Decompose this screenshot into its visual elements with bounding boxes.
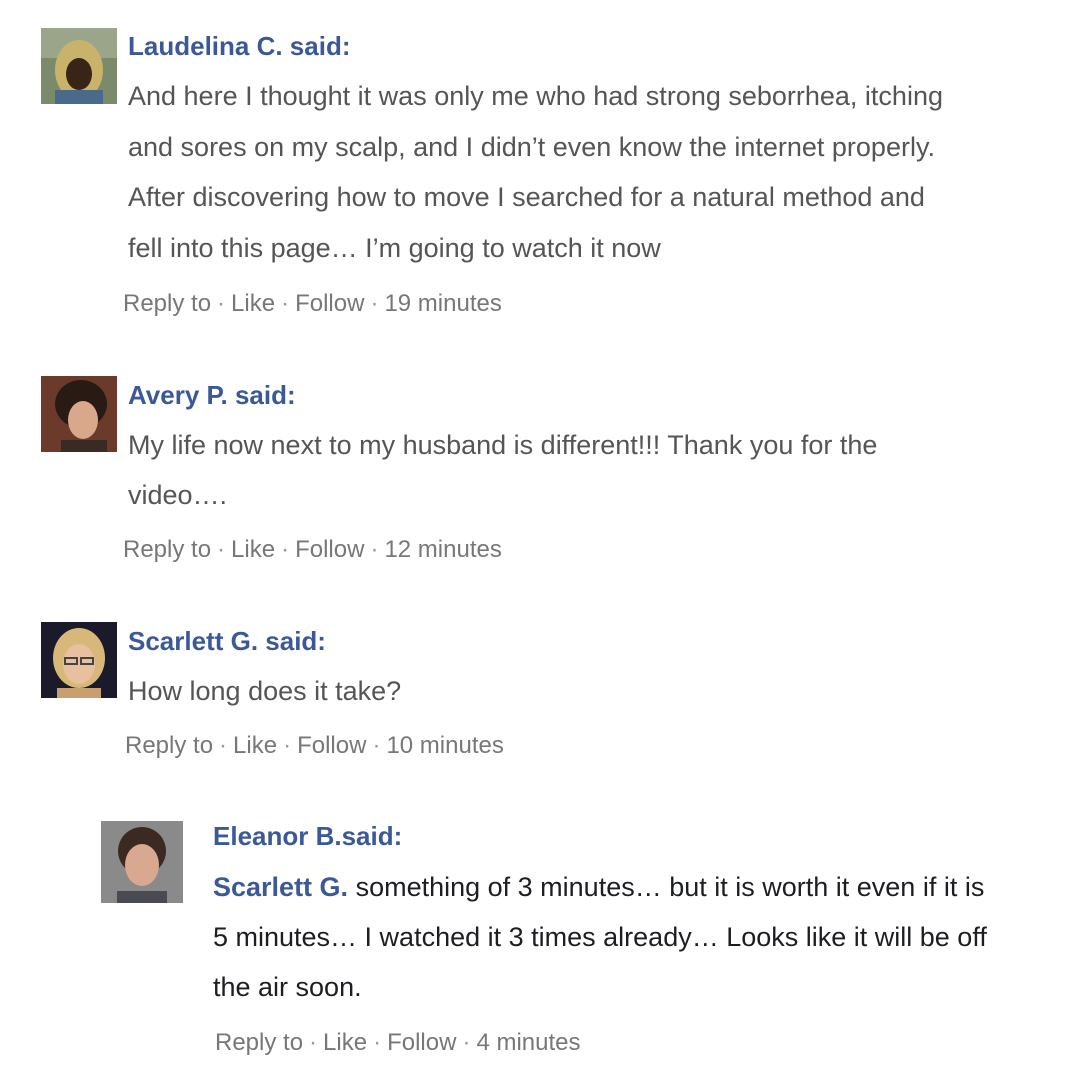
comment-text-line: My life now next to my husband is differ… [128,430,878,460]
comment-text-line: 5 minutes… I watched it 3 times already…… [213,922,987,952]
separator: · [217,536,226,563]
follow-link[interactable]: Follow [295,290,364,317]
like-link[interactable]: Like [323,1029,367,1056]
comment-text-line: video…. [128,480,228,510]
separator: · [370,536,379,563]
comment-text-line: Scarlett G. something of 3 minutes… but … [213,870,984,904]
separator: · [373,1029,382,1056]
comment-text-line: fell into this page… I’m going to watch … [128,233,661,263]
avatar-photo-icon [41,376,117,452]
avatar-photo-icon [41,28,117,104]
avatar-photo-icon [41,622,117,698]
comment-author[interactable]: Laudelina C. said: [128,30,351,62]
comment-author[interactable]: Eleanor B.said: [213,820,402,852]
separator: · [283,732,292,759]
comment-text-line: and sores on my scalp, and I didn’t even… [128,132,935,162]
comment-author[interactable]: Avery P. said: [128,379,296,411]
avatar[interactable] [101,821,183,903]
avatar[interactable] [41,376,117,452]
reply-link[interactable]: Reply to [215,1029,303,1056]
reply-link[interactable]: Reply to [123,536,211,563]
separator: · [462,1029,471,1056]
comment-text-line: And here I thought it was only me who ha… [128,81,943,111]
comment-text-line: How long does it take? [128,676,402,706]
comment-actions: Reply to · Like · Follow · 10 minutes [125,731,504,761]
timestamp: 10 minutes [386,732,504,759]
reply-link[interactable]: Reply to [125,732,213,759]
avatar[interactable] [41,28,117,104]
separator: · [370,290,379,317]
timestamp: 4 minutes [476,1029,581,1056]
comment-text-line: the air soon. [213,972,362,1002]
reply-link[interactable]: Reply to [123,290,211,317]
comment-actions: Reply to · Like · Follow · 4 minutes [215,1028,581,1058]
timestamp: 12 minutes [384,536,502,563]
comment-text-segment: something of 3 minutes… but it is worth … [348,872,985,902]
avatar-photo-icon [101,821,183,903]
separator: · [281,536,290,563]
separator: · [309,1029,318,1056]
comment-text-line: After discovering how to move I searched… [128,182,925,212]
comment-author[interactable]: Scarlett G. said: [128,625,326,657]
like-link[interactable]: Like [231,536,275,563]
comment-actions: Reply to · Like · Follow · 12 minutes [123,535,502,565]
separator: · [281,290,290,317]
like-link[interactable]: Like [231,290,275,317]
comment-actions: Reply to · Like · Follow · 19 minutes [123,289,502,319]
like-link[interactable]: Like [233,732,277,759]
separator: · [217,290,226,317]
separator: · [372,732,381,759]
avatar[interactable] [41,622,117,698]
follow-link[interactable]: Follow [295,536,364,563]
follow-link[interactable]: Follow [297,732,366,759]
mention-link[interactable]: Scarlett G. [213,872,348,902]
timestamp: 19 minutes [384,290,502,317]
separator: · [219,732,228,759]
follow-link[interactable]: Follow [387,1029,456,1056]
